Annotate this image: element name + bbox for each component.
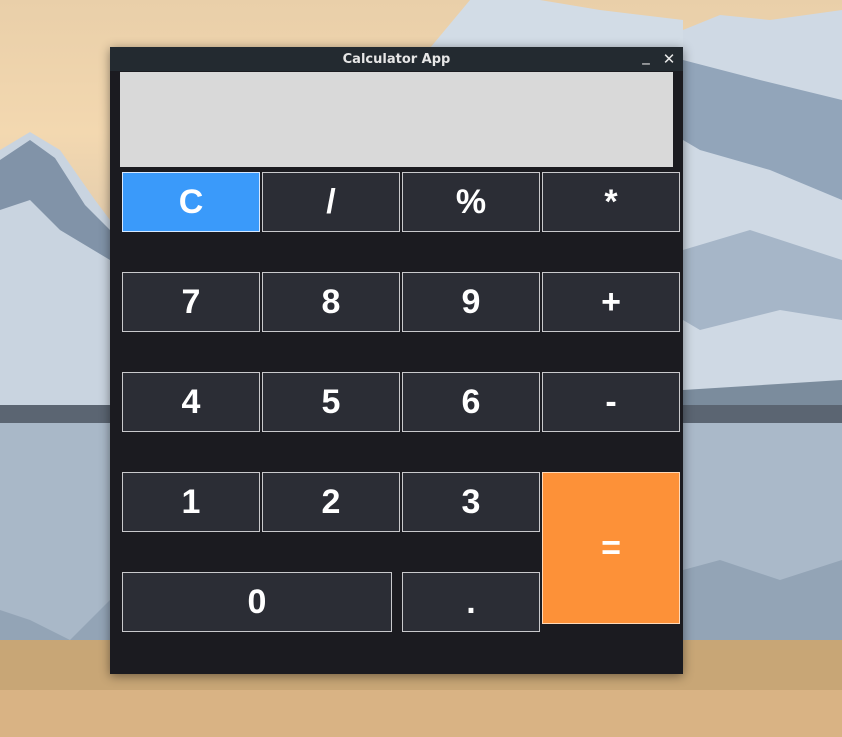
minimize-button[interactable]: _ <box>637 49 655 68</box>
calculator-window: Calculator App _ ✕ C / % * 7 8 9 + 4 5 6… <box>110 47 683 674</box>
digit-2-button[interactable]: 2 <box>262 472 400 532</box>
clear-button[interactable]: C <box>122 172 260 232</box>
title-bar[interactable]: Calculator App _ ✕ <box>110 47 683 71</box>
equals-button[interactable]: = <box>542 472 680 624</box>
divide-button[interactable]: / <box>262 172 400 232</box>
multiply-button[interactable]: * <box>542 172 680 232</box>
digit-9-button[interactable]: 9 <box>402 272 540 332</box>
digit-8-button[interactable]: 8 <box>262 272 400 332</box>
digit-7-button[interactable]: 7 <box>122 272 260 332</box>
digit-4-button[interactable]: 4 <box>122 372 260 432</box>
close-button[interactable]: ✕ <box>660 50 678 68</box>
window-title: Calculator App <box>342 52 451 67</box>
plus-button[interactable]: + <box>542 272 680 332</box>
digit-3-button[interactable]: 3 <box>402 472 540 532</box>
minus-button[interactable]: - <box>542 372 680 432</box>
decimal-button[interactable]: . <box>402 572 540 632</box>
digit-0-button[interactable]: 0 <box>122 572 392 632</box>
digit-5-button[interactable]: 5 <box>262 372 400 432</box>
digit-6-button[interactable]: 6 <box>402 372 540 432</box>
percent-button[interactable]: % <box>402 172 540 232</box>
digit-1-button[interactable]: 1 <box>122 472 260 532</box>
calculator-display <box>120 72 673 167</box>
